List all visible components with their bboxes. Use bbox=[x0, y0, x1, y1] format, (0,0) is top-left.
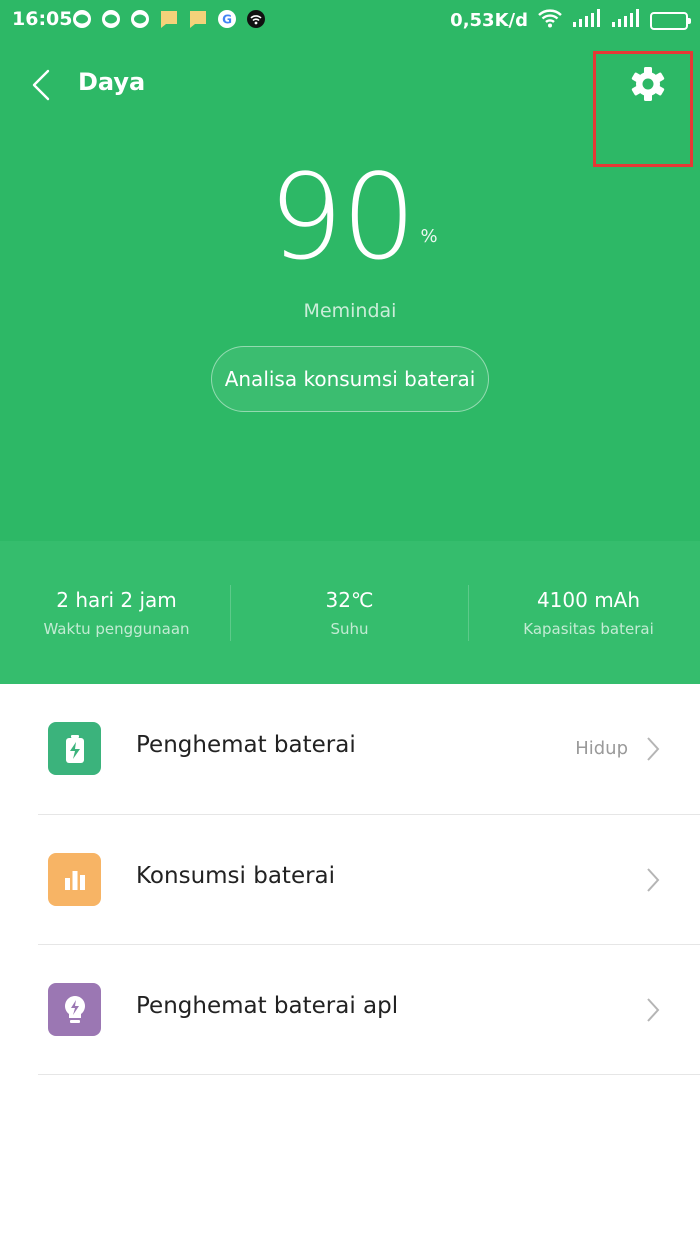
scan-status: Memindai bbox=[303, 300, 397, 322]
menu-item-label: Penghemat baterai bbox=[136, 732, 356, 758]
chevron-right-icon bbox=[645, 995, 661, 1025]
stat-temperature: 32℃ Suhu bbox=[233, 588, 466, 638]
divider bbox=[38, 1074, 700, 1075]
net-speed: 0,53K/d bbox=[450, 10, 528, 31]
battery-charge-icon bbox=[48, 722, 101, 775]
line-icon bbox=[101, 9, 121, 29]
menu-item-battery-usage[interactable]: Konsumsi baterai bbox=[0, 815, 700, 945]
menu-item-label: Konsumsi baterai bbox=[136, 863, 336, 889]
status-bar: 16:05 G 0,53K/d bbox=[0, 0, 700, 38]
stat-value: 4100 mAh bbox=[536, 588, 641, 612]
percent-unit: % bbox=[420, 226, 438, 247]
chevron-right-icon bbox=[645, 734, 661, 764]
bulb-bolt-icon bbox=[48, 983, 101, 1036]
menu-item-battery-saver[interactable]: Penghemat baterai Hidup bbox=[0, 684, 700, 814]
notification-icons: G bbox=[72, 9, 266, 29]
battery-percent: 90 bbox=[268, 148, 416, 286]
line-icon bbox=[130, 9, 150, 29]
menu-item-label: Penghemat baterai apl bbox=[136, 993, 399, 1019]
back-icon[interactable] bbox=[28, 68, 56, 102]
signal-icon bbox=[572, 8, 602, 33]
status-right: 0,53K/d bbox=[450, 8, 691, 33]
battery-status-icon bbox=[650, 11, 691, 30]
signal-icon bbox=[611, 8, 641, 33]
status-time: 16:05 bbox=[12, 8, 73, 30]
stat-label: Kapasitas baterai bbox=[523, 620, 654, 638]
stat-divider bbox=[468, 585, 469, 641]
page-title: Daya bbox=[78, 68, 146, 96]
battery-percent-display: 90% bbox=[0, 148, 700, 286]
stat-value: 2 hari 2 jam bbox=[56, 588, 177, 612]
stat-label: Waktu penggunaan bbox=[43, 620, 190, 638]
stat-label: Suhu bbox=[330, 620, 369, 638]
stat-divider bbox=[230, 585, 231, 641]
menu-item-app-battery-saver[interactable]: Penghemat baterai apl bbox=[0, 945, 700, 1075]
stat-usage-time: 2 hari 2 jam Waktu penggunaan bbox=[0, 588, 233, 638]
stat-value: 32℃ bbox=[325, 588, 374, 612]
line-icon bbox=[72, 9, 92, 29]
wifi-icon bbox=[537, 8, 563, 33]
menu-item-value: Hidup bbox=[575, 738, 628, 759]
chevron-right-icon bbox=[645, 865, 661, 895]
message-icon bbox=[188, 9, 208, 29]
bar-chart-icon bbox=[48, 853, 101, 906]
google-icon: G bbox=[217, 9, 237, 29]
stat-capacity: 4100 mAh Kapasitas baterai bbox=[472, 588, 700, 638]
svg-text:G: G bbox=[222, 13, 232, 27]
wifi-key-icon bbox=[246, 9, 266, 29]
analyze-consumption-button[interactable]: Analisa konsumsi baterai bbox=[211, 346, 489, 412]
message-icon bbox=[159, 9, 179, 29]
